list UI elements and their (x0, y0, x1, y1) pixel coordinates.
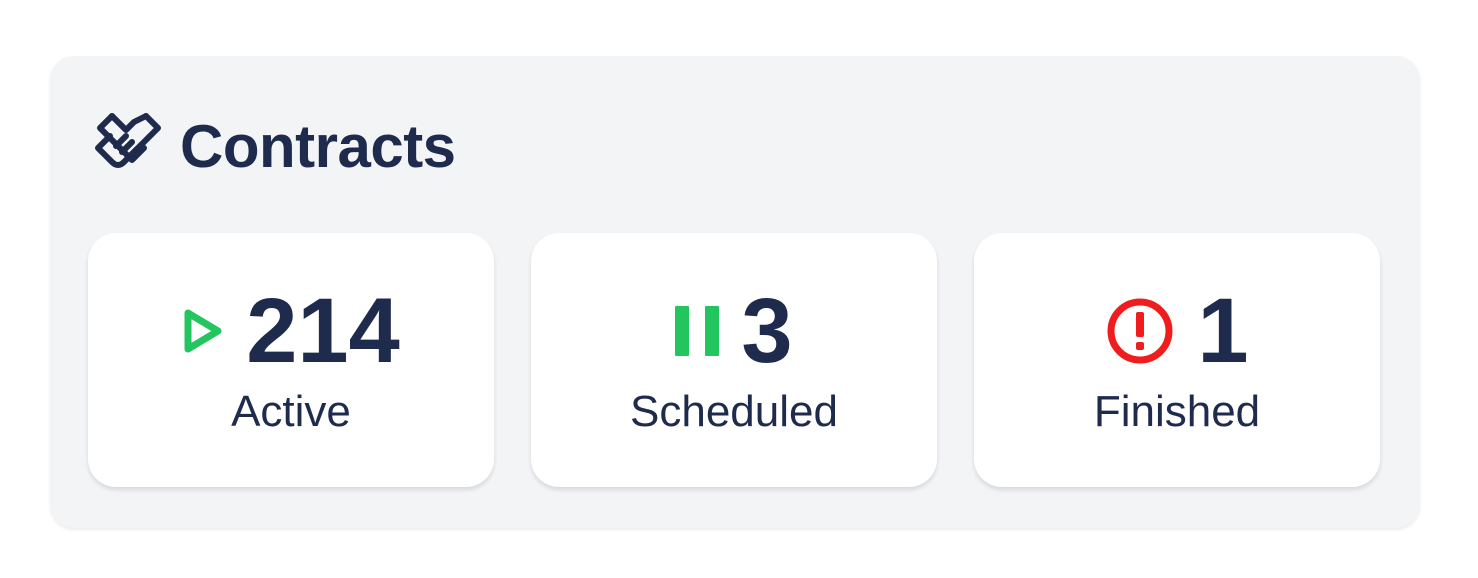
contracts-widget: Contracts 214 Active 3 Scheduled 1 Finis… (50, 56, 1420, 528)
alert-circle-icon (1105, 296, 1175, 366)
stat-value: 1 (1197, 280, 1249, 382)
pause-icon (675, 306, 720, 356)
stat-value: 214 (246, 280, 400, 382)
handshake-icon (92, 110, 166, 182)
stat-active[interactable]: 214 Active (88, 233, 494, 487)
stat-scheduled[interactable]: 3 Scheduled (531, 233, 937, 487)
stats-row: 214 Active 3 Scheduled 1 Finished (88, 233, 1380, 487)
widget-header: Contracts (92, 110, 456, 182)
widget-title: Contracts (180, 112, 456, 180)
stat-label: Finished (1093, 387, 1261, 436)
stat-label: Scheduled (630, 387, 838, 436)
play-icon (182, 308, 224, 354)
stat-value: 3 (741, 280, 793, 382)
stat-label: Active (231, 387, 351, 436)
stat-finished[interactable]: 1 Finished (974, 233, 1380, 487)
